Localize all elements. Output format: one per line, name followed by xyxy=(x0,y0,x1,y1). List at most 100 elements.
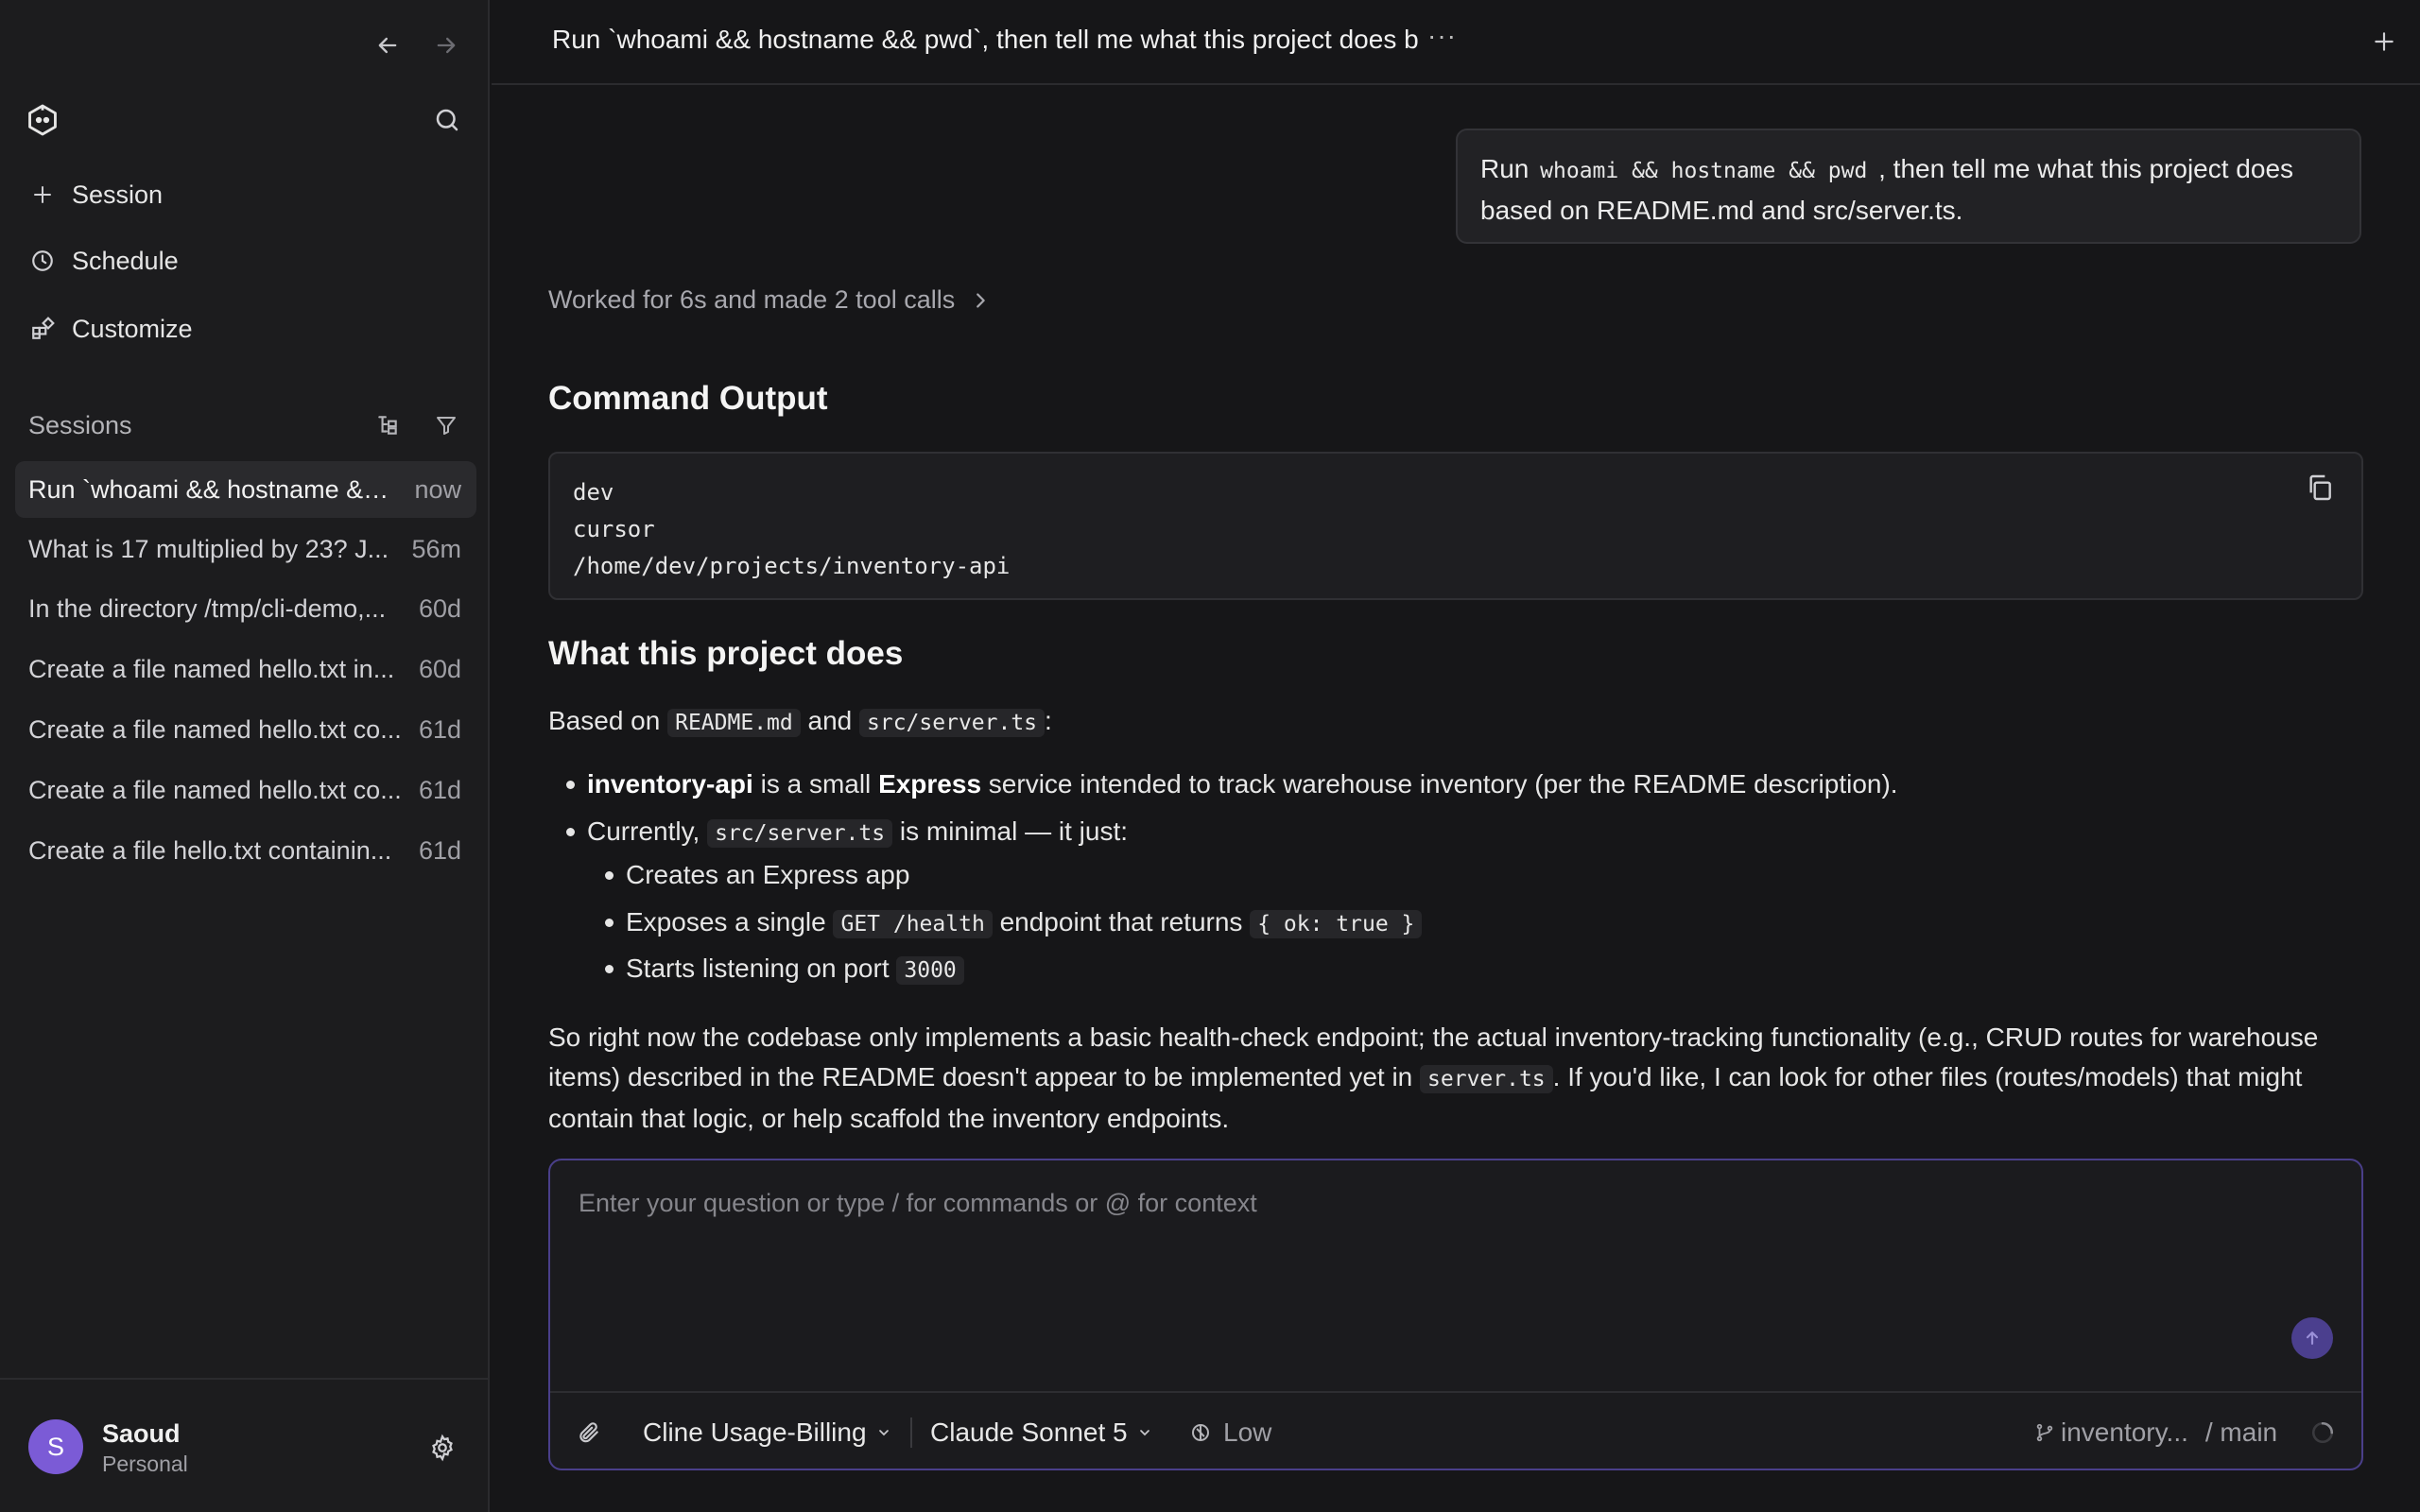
code-line: cursor xyxy=(573,516,655,542)
tool-calls-summary[interactable]: Worked for 6s and made 2 tool calls xyxy=(548,285,991,315)
customize-button[interactable]: Customize xyxy=(28,310,193,348)
model-label: Claude Sonnet 5 xyxy=(930,1418,1128,1447)
user-plan: Personal xyxy=(102,1452,188,1476)
sessions-header: Sessions xyxy=(28,406,463,444)
git-branch-icon xyxy=(2036,1423,2053,1442)
session-title: Create a file hello.txt containin... xyxy=(28,835,392,865)
list-item: Creates an Express app xyxy=(604,855,910,895)
session-title: Create a file named hello.txt co... xyxy=(28,714,402,744)
more-options-button[interactable]: ··· xyxy=(1427,21,1457,51)
session-title: Create a file named hello.txt co... xyxy=(28,775,402,804)
session-item[interactable]: Create a file hello.txt containin... 61d xyxy=(15,822,476,879)
effort-selector[interactable]: Low xyxy=(1189,1393,1271,1472)
search-icon[interactable] xyxy=(427,100,467,140)
session-age: 61d xyxy=(418,775,461,804)
branch-name: / main xyxy=(2204,1418,2278,1447)
new-session-button[interactable]: Session xyxy=(28,176,163,214)
repo-name: inventory... xyxy=(2061,1418,2188,1447)
chevron-down-icon xyxy=(878,1430,889,1436)
text-run: and xyxy=(800,706,860,735)
back-arrow-icon[interactable] xyxy=(369,26,406,64)
app-logo-icon xyxy=(23,100,62,140)
text-run: endpoint that returns xyxy=(992,907,1251,936)
loading-spinner-icon xyxy=(2310,1393,2335,1472)
tree-view-icon[interactable] xyxy=(372,410,403,440)
inline-code: 3000 xyxy=(896,956,964,985)
session-title: What is 17 multiplied by 23? J... xyxy=(28,534,389,563)
inline-code: GET /health xyxy=(833,910,993,938)
paperclip-icon xyxy=(579,1422,598,1443)
session-title: Run `whoami && hostname &&... xyxy=(28,474,402,504)
chat-title: Run `whoami && hostname && pwd`, then te… xyxy=(552,25,1419,54)
session-age: 60d xyxy=(418,593,461,623)
session-item[interactable]: What is 17 multiplied by 23? J... 56m xyxy=(15,521,476,577)
schedule-label: Schedule xyxy=(72,246,179,275)
repo-selector[interactable]: inventory... / main xyxy=(2034,1393,2277,1472)
account-dropdown[interactable]: Cline Usage-Billing xyxy=(643,1393,891,1472)
brain-icon xyxy=(1192,1424,1209,1441)
session-age: now xyxy=(414,474,461,504)
sessions-label: Sessions xyxy=(28,410,132,439)
account-label: Cline Usage-Billing xyxy=(643,1418,867,1447)
inline-code: src/server.ts xyxy=(707,819,893,848)
message-composer[interactable]: Enter your question or type / for comman… xyxy=(548,1159,2363,1470)
session-item[interactable]: In the directory /tmp/cli-demo,... 60d xyxy=(15,580,476,637)
summary-line: items) described in the README doesn't a… xyxy=(548,1057,2363,1099)
user-name: Saoud xyxy=(102,1419,181,1448)
text-run: . If you'd like, I can look for other fi… xyxy=(1552,1062,2303,1091)
gear-icon[interactable] xyxy=(424,1429,461,1467)
message-input[interactable]: Enter your question or type / for comman… xyxy=(579,1189,1257,1218)
toolbar-divider xyxy=(910,1418,912,1448)
model-dropdown[interactable]: Claude Sonnet 5 xyxy=(930,1393,1152,1472)
session-age: 60d xyxy=(418,654,461,683)
text-run: Creates an Express app xyxy=(626,860,910,889)
text-run: service intended to track warehouse inve… xyxy=(981,769,1898,799)
plus-icon xyxy=(28,180,57,209)
session-item[interactable]: Create a file named hello.txt co... 61d xyxy=(15,701,476,758)
forward-arrow-icon[interactable] xyxy=(427,26,465,64)
inline-code: server.ts xyxy=(1420,1065,1553,1093)
summary-line: So right now the codebase only implement… xyxy=(548,1022,2319,1052)
based-on-text: Based on README.md and src/server.ts: xyxy=(548,701,1052,743)
new-chat-plus-icon[interactable] xyxy=(2365,23,2403,60)
user-message-text: Run xyxy=(1480,154,1537,183)
list-item: Starts listening on port 3000 xyxy=(605,949,964,990)
text-run: is minimal — it just: xyxy=(892,816,1129,846)
inline-code: README.md xyxy=(667,709,801,737)
send-button[interactable] xyxy=(2291,1317,2333,1359)
list-item: Currently, src/server.ts is minimal — it… xyxy=(565,812,1129,853)
inline-code: src/server.ts xyxy=(859,709,1046,737)
copy-icon[interactable] xyxy=(2305,472,2335,514)
session-age: 56m xyxy=(411,534,461,563)
chat-header: Run `whoami && hostname && pwd`, then te… xyxy=(492,0,2420,85)
list-item: Exposes a single GET /health endpoint th… xyxy=(604,902,1423,944)
user-bar: S Saoud Personal xyxy=(0,1378,488,1512)
avatar-initial: S xyxy=(46,1432,64,1461)
command-output-block: dev cursor /home/dev/projects/inventory-… xyxy=(548,452,2363,600)
user-message-code: whoami && hostname && pwd xyxy=(1540,159,1868,183)
text-run: inventory-api xyxy=(587,769,753,799)
code-line: /home/dev/projects/inventory-api xyxy=(573,553,1011,579)
text-run: Exposes a single xyxy=(626,907,834,936)
widgets-icon xyxy=(28,315,57,343)
filter-icon[interactable] xyxy=(431,410,461,440)
summary-paragraph: So right now the codebase only implement… xyxy=(548,1018,2363,1139)
attach-button[interactable] xyxy=(577,1393,601,1472)
project-heading: What this project does xyxy=(548,635,904,672)
session-item[interactable]: Create a file named hello.txt co... 61d xyxy=(15,762,476,818)
session-age: 61d xyxy=(418,835,461,865)
text-run: Currently, xyxy=(587,816,708,846)
session-item[interactable]: Run `whoami && hostname &&... now xyxy=(15,461,476,518)
avatar[interactable]: S xyxy=(28,1419,83,1474)
customize-label: Customize xyxy=(72,314,193,343)
list-item: inventory-api is a small Express service… xyxy=(566,765,1898,804)
session-title: Create a file named hello.txt in... xyxy=(28,654,395,683)
session-age: 61d xyxy=(418,714,461,744)
schedule-button[interactable]: Schedule xyxy=(28,242,179,280)
summary-line: contain that logic, or help scaffold the… xyxy=(548,1104,1230,1133)
text-run: Starts listening on port xyxy=(626,954,897,983)
code-line: dev xyxy=(573,479,614,506)
session-item[interactable]: Create a file named hello.txt in... 60d xyxy=(15,641,476,697)
new-session-label: Session xyxy=(72,180,164,209)
chevron-right-icon xyxy=(970,290,991,311)
